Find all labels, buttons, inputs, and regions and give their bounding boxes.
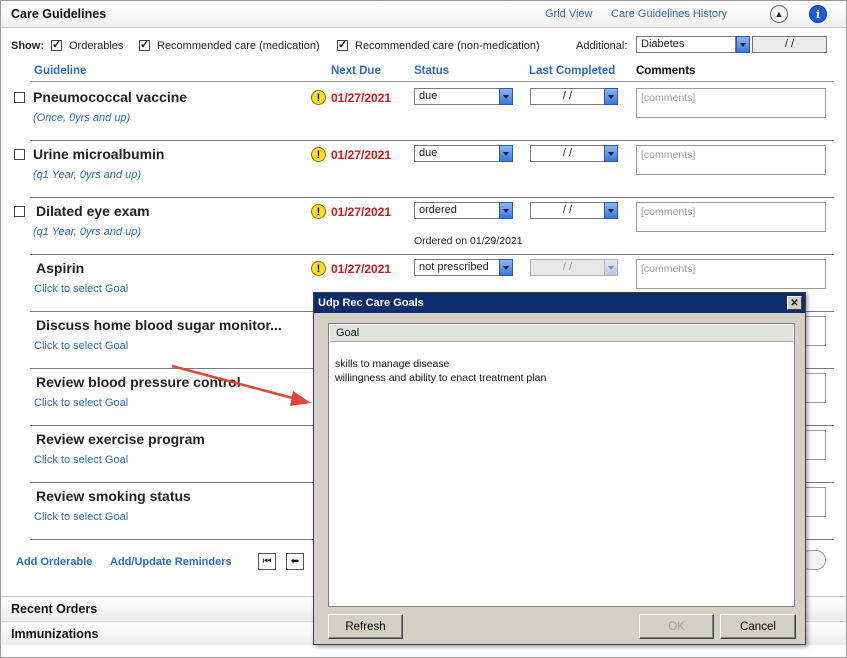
row-divider [30,140,834,141]
guideline-title: Review smoking status [36,488,191,504]
status-select[interactable]: ordered [414,202,500,219]
chevron-down-icon [604,259,618,276]
info-icon[interactable]: i [809,5,827,23]
goal-column-header[interactable]: Goal [330,325,793,342]
col-comments: Comments [636,65,696,77]
close-icon[interactable]: ✕ [787,296,802,310]
rec-nonmed-label: Recommended care (non-medication) [355,40,540,52]
next-due-date: 01/27/2021 [331,262,392,276]
warning-icon: ! [311,147,326,162]
guideline-title: Review exercise program [36,431,205,447]
first-page-icon[interactable]: ⏮ [258,553,276,570]
add-orderable-link[interactable]: Add Orderable [16,556,92,568]
guideline-title: Review blood pressure control [36,374,241,390]
orderables-label: Orderables [69,40,124,52]
comments-field[interactable]: [comments] [636,145,826,175]
guideline-frequency: (q1 Year, 0yrs and up) [33,169,142,181]
next-due-date: 01/27/2021 [331,148,392,162]
comments-field[interactable]: [comments] [636,88,826,118]
history-link[interactable]: Care Guidelines History [611,8,727,20]
guideline-frequency: (Once, 0yrs and up) [33,112,131,124]
dialog-title-bar[interactable]: Udp Rec Care Goals ✕ [314,293,805,313]
chevron-down-icon[interactable] [499,145,513,162]
rec-med-checkbox[interactable] [139,38,150,51]
row-divider [30,197,834,198]
guideline-title: Pneumococcal vaccine [33,89,188,105]
next-due-date: 01/27/2021 [331,91,392,105]
warning-icon: ! [311,90,326,105]
guideline-title: Aspirin [36,260,85,276]
row-divider [30,254,834,255]
warning-icon: ! [311,204,326,219]
col-last-completed[interactable]: Last Completed [529,65,615,77]
chevron-down-icon[interactable] [499,259,513,276]
dialog-title: Udp Rec Care Goals [318,297,424,309]
additional-select[interactable]: Diabetes [636,36,736,53]
col-status[interactable]: Status [414,65,449,77]
status-select[interactable]: not prescribed [414,259,500,276]
comments-field[interactable]: [comments] [636,259,826,289]
row-checkbox[interactable] [14,206,25,217]
warning-icon: ! [311,261,326,276]
add-update-reminders-link[interactable]: Add/Update Reminders [110,556,232,568]
guideline-title: Dilated eye exam [36,203,150,219]
chevron-down-icon[interactable] [499,202,513,219]
recent-orders-label: Recent Orders [11,602,98,616]
row-checkbox[interactable] [14,149,25,160]
comments-field[interactable]: [comments] [636,202,826,232]
header-divider [30,81,834,82]
guideline-frequency: (q1 Year, 0yrs and up) [33,226,142,238]
guideline-title: Discuss home blood sugar monitor... [36,317,282,333]
chevron-down-icon[interactable] [499,88,513,105]
select-goal-link[interactable]: Click to select Goal [34,283,128,295]
status-select[interactable]: due [414,88,500,105]
chevron-down-icon[interactable] [604,88,618,105]
show-label: Show: [11,40,44,52]
chevron-down-icon[interactable] [736,36,750,53]
panel-title: Care Guidelines [11,7,107,21]
status-select[interactable]: due [414,145,500,162]
select-goal-link[interactable]: Click to select Goal [34,454,128,466]
cancel-button[interactable]: Cancel [720,614,796,639]
chevron-down-icon[interactable] [604,145,618,162]
guideline-title: Urine microalbumin [33,146,165,162]
rec-med-label: Recommended care (medication) [157,40,320,52]
rec-care-goals-dialog: Udp Rec Care Goals ✕ Goal skills to mana… [313,292,806,645]
grid-view-link[interactable]: Grid View [545,8,592,20]
last-completed-field[interactable]: / / [530,88,605,105]
refresh-button[interactable]: Refresh [328,614,403,639]
goal-item[interactable]: skills to manage disease [335,358,449,370]
row-checkbox[interactable] [14,92,25,103]
col-guideline[interactable]: Guideline [34,65,86,77]
ordered-note: Ordered on 01/29/2021 [414,235,523,247]
immunizations-label: Immunizations [11,627,99,641]
previous-page-icon[interactable]: ⬅ [286,553,304,570]
goal-item[interactable]: willingness and ability to enact treatme… [335,372,546,384]
rec-nonmed-checkbox[interactable] [337,38,348,51]
next-due-date: 01/27/2021 [331,205,392,219]
select-goal-link[interactable]: Click to select Goal [34,340,128,352]
panel-header: Care Guidelines Grid View Care Guideline… [1,1,846,28]
last-completed-field[interactable]: / / [530,145,605,162]
orderables-checkbox[interactable] [51,38,62,51]
additional-label: Additional: [576,40,628,52]
chevron-down-icon[interactable] [604,202,618,219]
last-completed-field[interactable]: / / [530,202,605,219]
goal-list[interactable]: Goal skills to manage disease willingnes… [328,323,795,607]
last-completed-field: / / [530,259,605,276]
collapse-up-icon[interactable]: ▲ [770,5,788,23]
ok-button: OK [639,614,714,639]
col-next-due[interactable]: Next Due [331,65,381,77]
select-goal-link[interactable]: Click to select Goal [34,397,128,409]
additional-date-field[interactable]: / / [752,36,827,53]
select-goal-link[interactable]: Click to select Goal [34,511,128,523]
